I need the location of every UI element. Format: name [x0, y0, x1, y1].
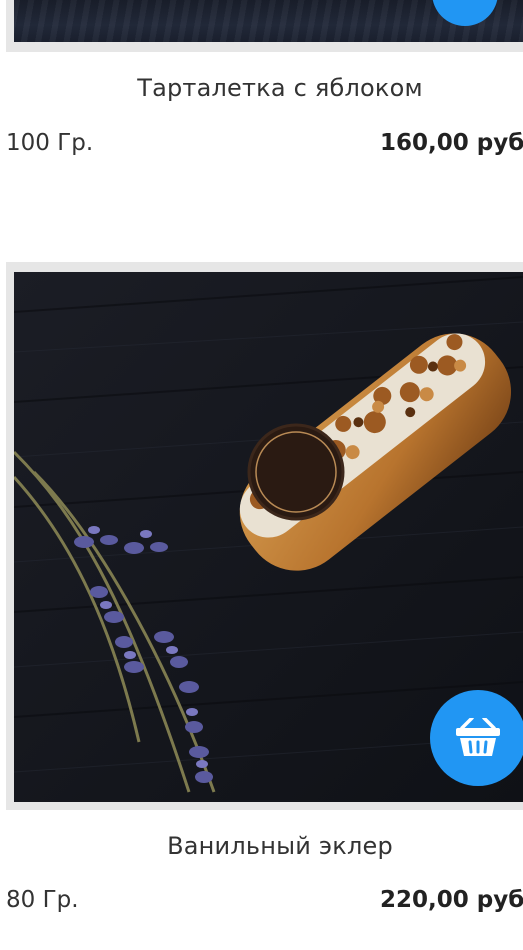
product-price: 220,00 руб [380, 887, 523, 913]
product-title[interactable]: Тарталетка с яблоком [0, 74, 523, 102]
product-weight: 100 Гр. [6, 130, 94, 156]
add-to-cart-button[interactable] [430, 690, 523, 786]
product-title[interactable]: Ванильный эклер [0, 832, 523, 860]
product-weight: 80 Гр. [6, 887, 79, 913]
product-list: Тарталетка с яблоком 100 Гр. 160,00 руб [0, 0, 523, 950]
basket-icon [456, 718, 500, 756]
product-price: 160,00 руб [380, 130, 523, 156]
